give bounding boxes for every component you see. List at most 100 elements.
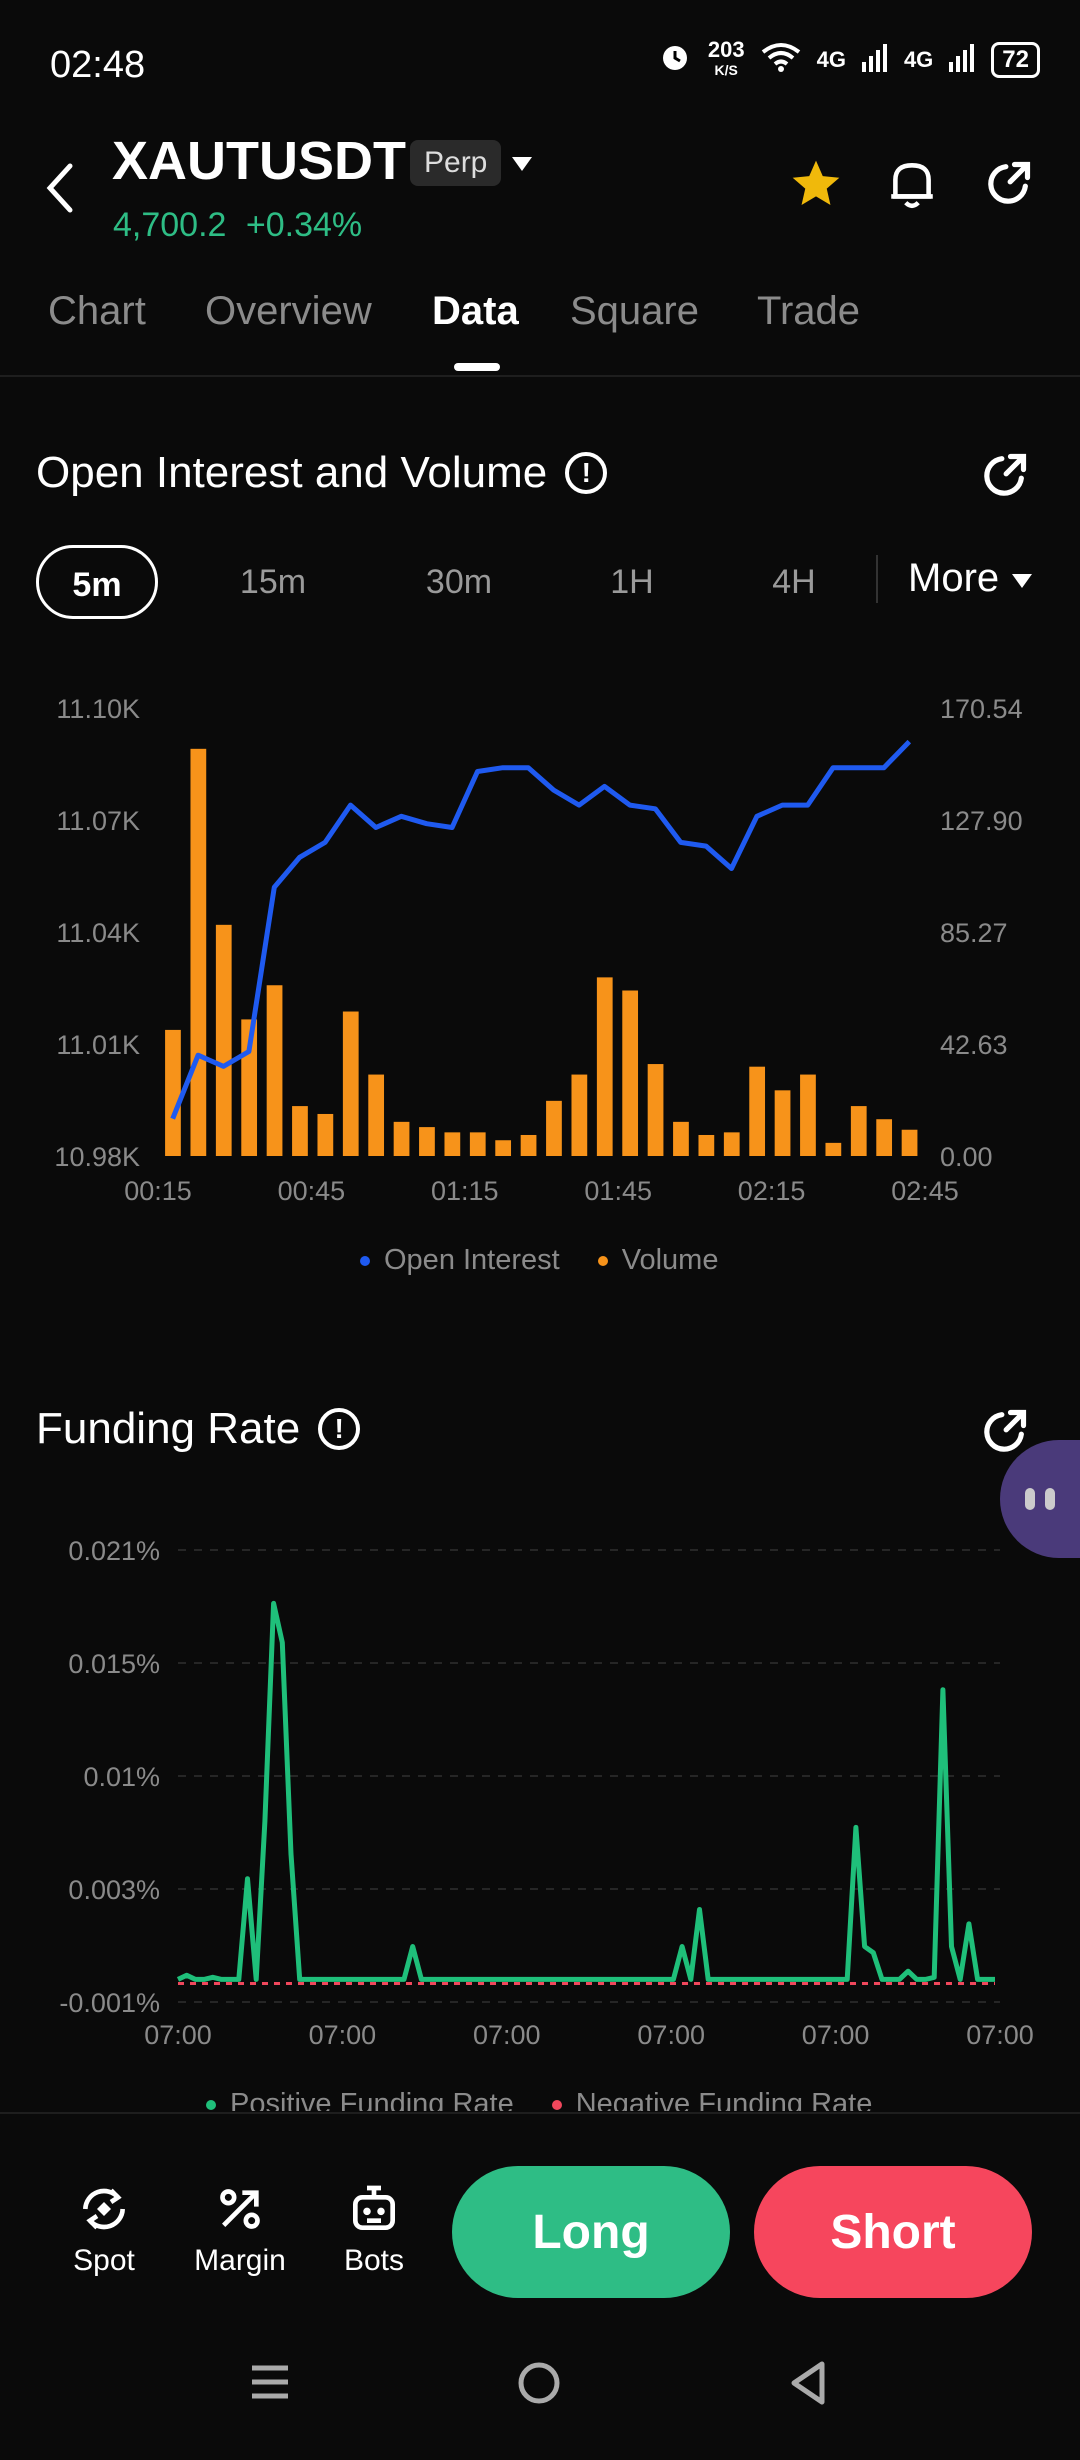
fr-x-tick: 07:00 (802, 2020, 870, 2050)
short-button[interactable]: Short (754, 2166, 1032, 2298)
spot-button[interactable]: Spot (62, 2174, 146, 2278)
alarm-icon (658, 40, 692, 80)
fr-y-tick: 0.01% (83, 1762, 160, 1792)
symbol-title[interactable]: XAUTUSDT (112, 130, 406, 192)
active-tab-indicator (454, 363, 500, 371)
interval-5m[interactable]: 5m (36, 545, 158, 619)
info-icon[interactable]: ! (565, 452, 608, 494)
more-intervals-button[interactable]: More (908, 556, 1034, 601)
volume-bar (266, 985, 283, 1156)
legend-dot-negative (551, 2099, 562, 2110)
legend-dot-volume (597, 1255, 608, 1266)
volume-bar (749, 1066, 766, 1156)
tab-overview[interactable]: Overview (205, 289, 372, 334)
volume-bar (444, 1132, 461, 1156)
oi-x-tick: 00:45 (278, 1176, 346, 1206)
volume-bar (546, 1100, 562, 1156)
oi-section-header: Open Interest and Volume ! (36, 448, 608, 498)
oi-right-tick: 170.54 (940, 694, 1023, 724)
chevron-down-icon[interactable] (510, 150, 534, 181)
star-icon[interactable] (786, 154, 846, 214)
home-icon[interactable] (516, 2360, 562, 2411)
oi-section-title: Open Interest and Volume (36, 448, 548, 497)
signal-bars-icon (949, 42, 975, 78)
percent-change: +0.34% (245, 206, 363, 244)
fr-y-tick: 0.015% (68, 1649, 160, 1679)
wifi-icon (761, 42, 801, 78)
volume-bar (673, 1121, 689, 1156)
fr-x-tick: 07:00 (637, 2020, 705, 2050)
interval-1h[interactable]: 1H (582, 545, 682, 619)
legend-label-volume: Volume (621, 1244, 719, 1276)
oi-x-tick: 02:15 (738, 1176, 806, 1206)
net-speed-value: 203 (707, 37, 745, 62)
volume-bar (647, 1064, 664, 1156)
status-icons: 203 K/S 4G 4G 72 (658, 37, 1040, 80)
oi-left-tick: 10.98K (54, 1142, 140, 1172)
system-nav-bar (0, 2330, 1080, 2460)
oi-x-tick: 00:15 (124, 1176, 192, 1206)
positive-funding-line (176, 1600, 995, 1982)
back-nav-icon[interactable] (786, 2358, 830, 2413)
volume-bar (520, 1134, 537, 1156)
fr-y-tick: 0.021% (68, 1536, 160, 1566)
net-speed: 203 K/S (707, 37, 745, 80)
volume-bar (317, 1113, 334, 1156)
status-time: 02:48 (50, 44, 146, 86)
oi-x-tick: 01:45 (584, 1176, 652, 1206)
oi-right-tick: 0.00 (940, 1142, 993, 1172)
battery-indicator: 72 (991, 42, 1040, 78)
volume-bar (698, 1134, 715, 1156)
header: XAUTUSDT Perp 4,700.2 +0.34% (0, 130, 1080, 270)
share-icon[interactable] (978, 154, 1038, 214)
volume-bar (571, 1074, 588, 1156)
spot-icon (62, 2174, 146, 2244)
fr-x-tick: 07:00 (144, 2020, 212, 2050)
volume-bar (292, 1106, 308, 1156)
perp-badge: Perp (410, 140, 502, 186)
volume-bar (850, 1106, 867, 1156)
volume-bar (393, 1121, 410, 1156)
more-label: More (908, 556, 1000, 600)
tab-square[interactable]: Square (570, 289, 699, 334)
bell-icon[interactable] (882, 154, 942, 214)
interval-4h[interactable]: 4H (744, 545, 844, 619)
funding-section-title: Funding Rate (36, 1404, 301, 1453)
oi-right-tick: 42.63 (940, 1030, 1008, 1060)
oi-legend: Open Interest Volume (360, 1244, 718, 1277)
main-tabs: Chart Overview Data Square Trade (0, 275, 1080, 377)
tab-trade[interactable]: Trade (757, 289, 860, 334)
margin-icon (190, 2174, 290, 2244)
fr-y-tick: -0.001% (59, 1988, 160, 2018)
back-icon[interactable] (40, 158, 80, 223)
interval-15m[interactable]: 15m (218, 545, 328, 619)
volume-bar (876, 1119, 893, 1156)
tab-data[interactable]: Data (432, 289, 519, 334)
interval-30m[interactable]: 30m (404, 545, 514, 619)
volume-bar (368, 1074, 385, 1156)
oi-left-tick: 11.07K (56, 806, 140, 836)
spot-label: Spot (73, 2244, 135, 2277)
menu-icon[interactable] (248, 2360, 292, 2409)
bottom-trade-bar: Spot Margin Bots Long Short (0, 2112, 1080, 2324)
info-icon[interactable]: ! (318, 1408, 361, 1450)
fr-x-tick: 07:00 (473, 2020, 541, 2050)
bots-button[interactable]: Bots (334, 2174, 414, 2278)
margin-button[interactable]: Margin (190, 2174, 290, 2278)
oi-volume-chart: 11.10K 11.07K 11.04K 11.01K 10.98K 170.54 127.… (54, 694, 1023, 1206)
volume-bar (165, 1029, 181, 1156)
bot-icon (334, 2174, 414, 2244)
oi-left-tick: 11.04K (56, 918, 140, 948)
volume-bar (774, 1090, 791, 1156)
oi-x-tick: 01:15 (431, 1176, 499, 1206)
oi-share-icon[interactable] (978, 450, 1030, 507)
bots-label: Bots (343, 2244, 405, 2277)
funding-section-header: Funding Rate ! (36, 1404, 361, 1454)
oi-left-tick: 11.01K (56, 1030, 140, 1060)
long-button[interactable]: Long (452, 2166, 730, 2298)
volume-bar (596, 977, 613, 1156)
net-speed-unit: K/S (714, 62, 738, 78)
margin-label: Margin (194, 2244, 286, 2277)
tab-chart[interactable]: Chart (48, 289, 146, 334)
volume-bar (495, 1140, 512, 1156)
